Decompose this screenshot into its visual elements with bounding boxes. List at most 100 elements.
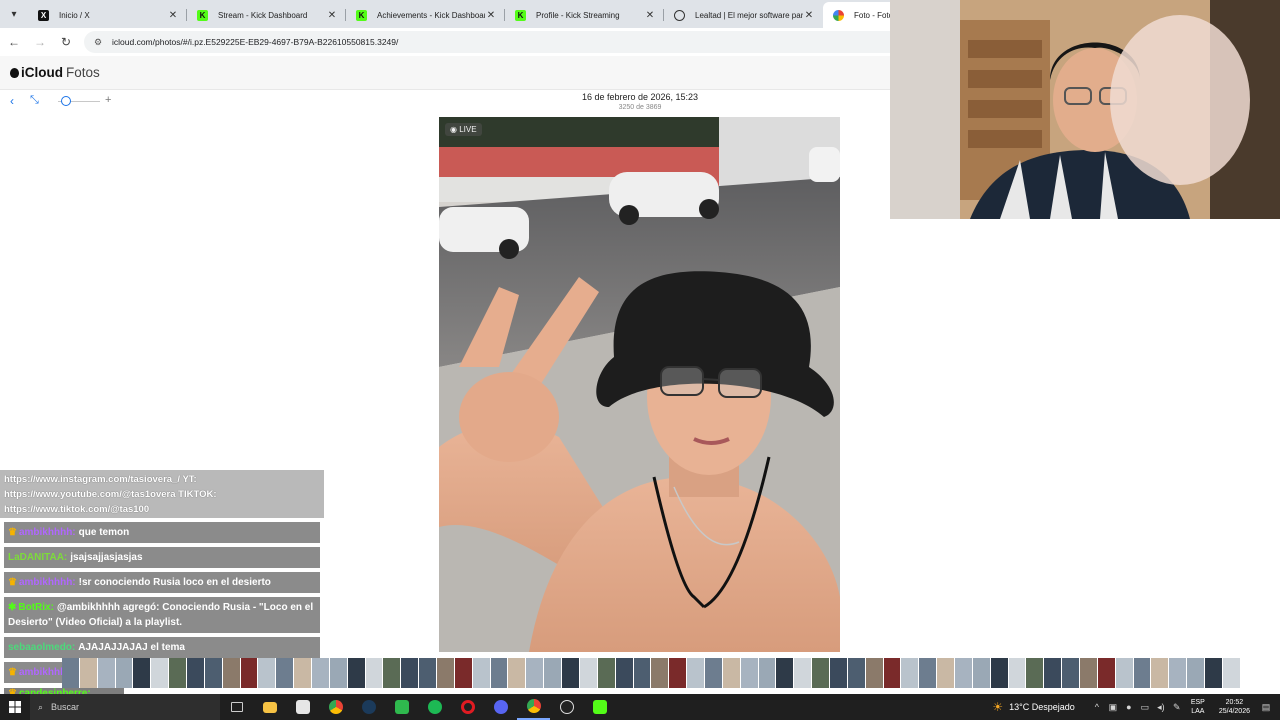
photo-thumbnail[interactable]: [1222, 658, 1240, 688]
photo-thumbnail[interactable]: [1079, 658, 1097, 688]
photo-thumbnail[interactable]: [1169, 658, 1187, 688]
photo-thumbnail[interactable]: [1115, 658, 1133, 688]
windows-start-icon[interactable]: [0, 694, 30, 720]
photo-thumbnail[interactable]: [1151, 658, 1169, 688]
photo-thumbnail[interactable]: [401, 658, 419, 688]
photo-thumbnail[interactable]: [669, 658, 687, 688]
photo-thumbnail[interactable]: [794, 658, 812, 688]
photo-thumbnail[interactable]: [1097, 658, 1115, 688]
reload-icon[interactable]: ↻: [54, 30, 78, 54]
microphone-icon[interactable]: ●: [1121, 702, 1137, 712]
photo-thumbnail[interactable]: [526, 658, 544, 688]
photo-thumbnail[interactable]: [187, 658, 204, 688]
task-view-icon[interactable]: [220, 694, 253, 720]
photo-thumbnail-strip[interactable]: [62, 658, 1240, 688]
app-green-icon[interactable]: [385, 694, 418, 720]
photo-thumbnail[interactable]: [276, 658, 294, 688]
photo-thumbnail[interactable]: [1205, 658, 1222, 688]
photo-thumbnail[interactable]: [1133, 658, 1151, 688]
photo-thumbnail[interactable]: [687, 658, 704, 688]
photo-thumbnail[interactable]: [490, 658, 508, 688]
photo-thumbnail[interactable]: [347, 658, 365, 688]
zoom-slider-knob[interactable]: [61, 96, 71, 106]
zoom-in-icon[interactable]: +: [105, 94, 111, 108]
photo-thumbnail[interactable]: [151, 658, 169, 688]
language-indicator[interactable]: ESP LAA: [1191, 698, 1205, 716]
live-photo-badge[interactable]: ◉ LIVE: [445, 123, 482, 136]
photo-thumbnail[interactable]: [508, 658, 526, 688]
photo-thumbnail[interactable]: [847, 658, 865, 688]
photo-thumbnail[interactable]: [240, 658, 258, 688]
photo-thumbnail[interactable]: [133, 658, 151, 688]
file-explorer-icon[interactable]: [253, 694, 286, 720]
chevron-up-icon[interactable]: ^: [1089, 702, 1105, 712]
tab-inicio-x[interactable]: X Inicio / X ✕: [28, 2, 187, 28]
photo-thumbnail[interactable]: [722, 658, 740, 688]
close-icon[interactable]: ✕: [485, 10, 497, 21]
photo-image[interactable]: ◉ LIVE: [439, 117, 840, 652]
photo-thumbnail[interactable]: [972, 658, 990, 688]
photo-thumbnail[interactable]: [1187, 658, 1204, 688]
photo-thumbnail[interactable]: [651, 658, 669, 688]
photo-thumbnail[interactable]: [419, 658, 437, 688]
photo-thumbnail[interactable]: [79, 658, 97, 688]
photo-thumbnail[interactable]: [222, 658, 240, 688]
photo-thumbnail[interactable]: [562, 658, 579, 688]
tab-search-chevron-icon[interactable]: ▾: [0, 0, 28, 28]
close-icon[interactable]: ✕: [644, 10, 656, 21]
photo-thumbnail[interactable]: [312, 658, 329, 688]
photo-thumbnail[interactable]: [812, 658, 829, 688]
pen-icon[interactable]: ✎: [1169, 702, 1185, 713]
photo-thumbnail[interactable]: [329, 658, 347, 688]
photo-thumbnail[interactable]: [258, 658, 276, 688]
photo-thumbnail[interactable]: [204, 658, 222, 688]
photo-thumbnail[interactable]: [294, 658, 312, 688]
taskbar-search-box[interactable]: ⌕ Buscar: [30, 694, 220, 720]
close-icon[interactable]: ✕: [326, 10, 338, 21]
weather-text[interactable]: 13°C Despejado: [1009, 702, 1075, 712]
photo-thumbnail[interactable]: [615, 658, 633, 688]
discord-icon[interactable]: [484, 694, 517, 720]
photo-thumbnail[interactable]: [579, 658, 597, 688]
photo-thumbnail[interactable]: [437, 658, 454, 688]
tray-app-icon[interactable]: ▣: [1105, 702, 1121, 713]
photo-thumbnail[interactable]: [704, 658, 722, 688]
network-icon[interactable]: ▭: [1137, 702, 1153, 713]
photo-thumbnail[interactable]: [472, 658, 490, 688]
photo-thumbnail[interactable]: [115, 658, 133, 688]
photo-thumbnail[interactable]: [97, 658, 115, 688]
expand-icon[interactable]: ⤡: [30, 94, 39, 108]
chrome-icon[interactable]: [319, 694, 352, 720]
tab-achievements-kick[interactable]: K Achievements - Kick Dashboard ✕: [346, 2, 505, 28]
photo-thumbnail[interactable]: [544, 658, 562, 688]
kick-icon[interactable]: [583, 694, 616, 720]
back-arrow-icon[interactable]: ←: [2, 30, 26, 54]
photo-thumbnail[interactable]: [597, 658, 615, 688]
store-icon[interactable]: [286, 694, 319, 720]
photo-thumbnail[interactable]: [776, 658, 794, 688]
volume-icon[interactable]: ◂): [1153, 702, 1169, 713]
forward-arrow-icon[interactable]: →: [28, 30, 52, 54]
photo-thumbnail[interactable]: [740, 658, 758, 688]
steam-icon[interactable]: [352, 694, 385, 720]
photo-thumbnail[interactable]: [454, 658, 472, 688]
opera-icon[interactable]: [451, 694, 484, 720]
photo-thumbnail[interactable]: [954, 658, 972, 688]
photo-thumbnail[interactable]: [919, 658, 937, 688]
photo-thumbnail[interactable]: [1044, 658, 1062, 688]
back-chevron-icon[interactable]: ‹: [10, 94, 14, 108]
photo-thumbnail[interactable]: [365, 658, 383, 688]
site-info-icon[interactable]: ⚙: [94, 37, 104, 47]
photo-thumbnail[interactable]: [829, 658, 847, 688]
photo-thumbnail[interactable]: [990, 658, 1008, 688]
tab-lealtad[interactable]: Lealtad | El mejor software para ✕: [664, 2, 823, 28]
obs-icon[interactable]: [550, 694, 583, 720]
tab-stream-kick[interactable]: K Stream - Kick Dashboard ✕: [187, 2, 346, 28]
photo-thumbnail[interactable]: [62, 658, 79, 688]
photo-thumbnail[interactable]: [1062, 658, 1079, 688]
photo-thumbnail[interactable]: [169, 658, 187, 688]
chrome-icon[interactable]: [517, 694, 550, 720]
photo-thumbnail[interactable]: [1026, 658, 1044, 688]
photo-thumbnail[interactable]: [633, 658, 651, 688]
photo-thumbnail[interactable]: [1008, 658, 1026, 688]
